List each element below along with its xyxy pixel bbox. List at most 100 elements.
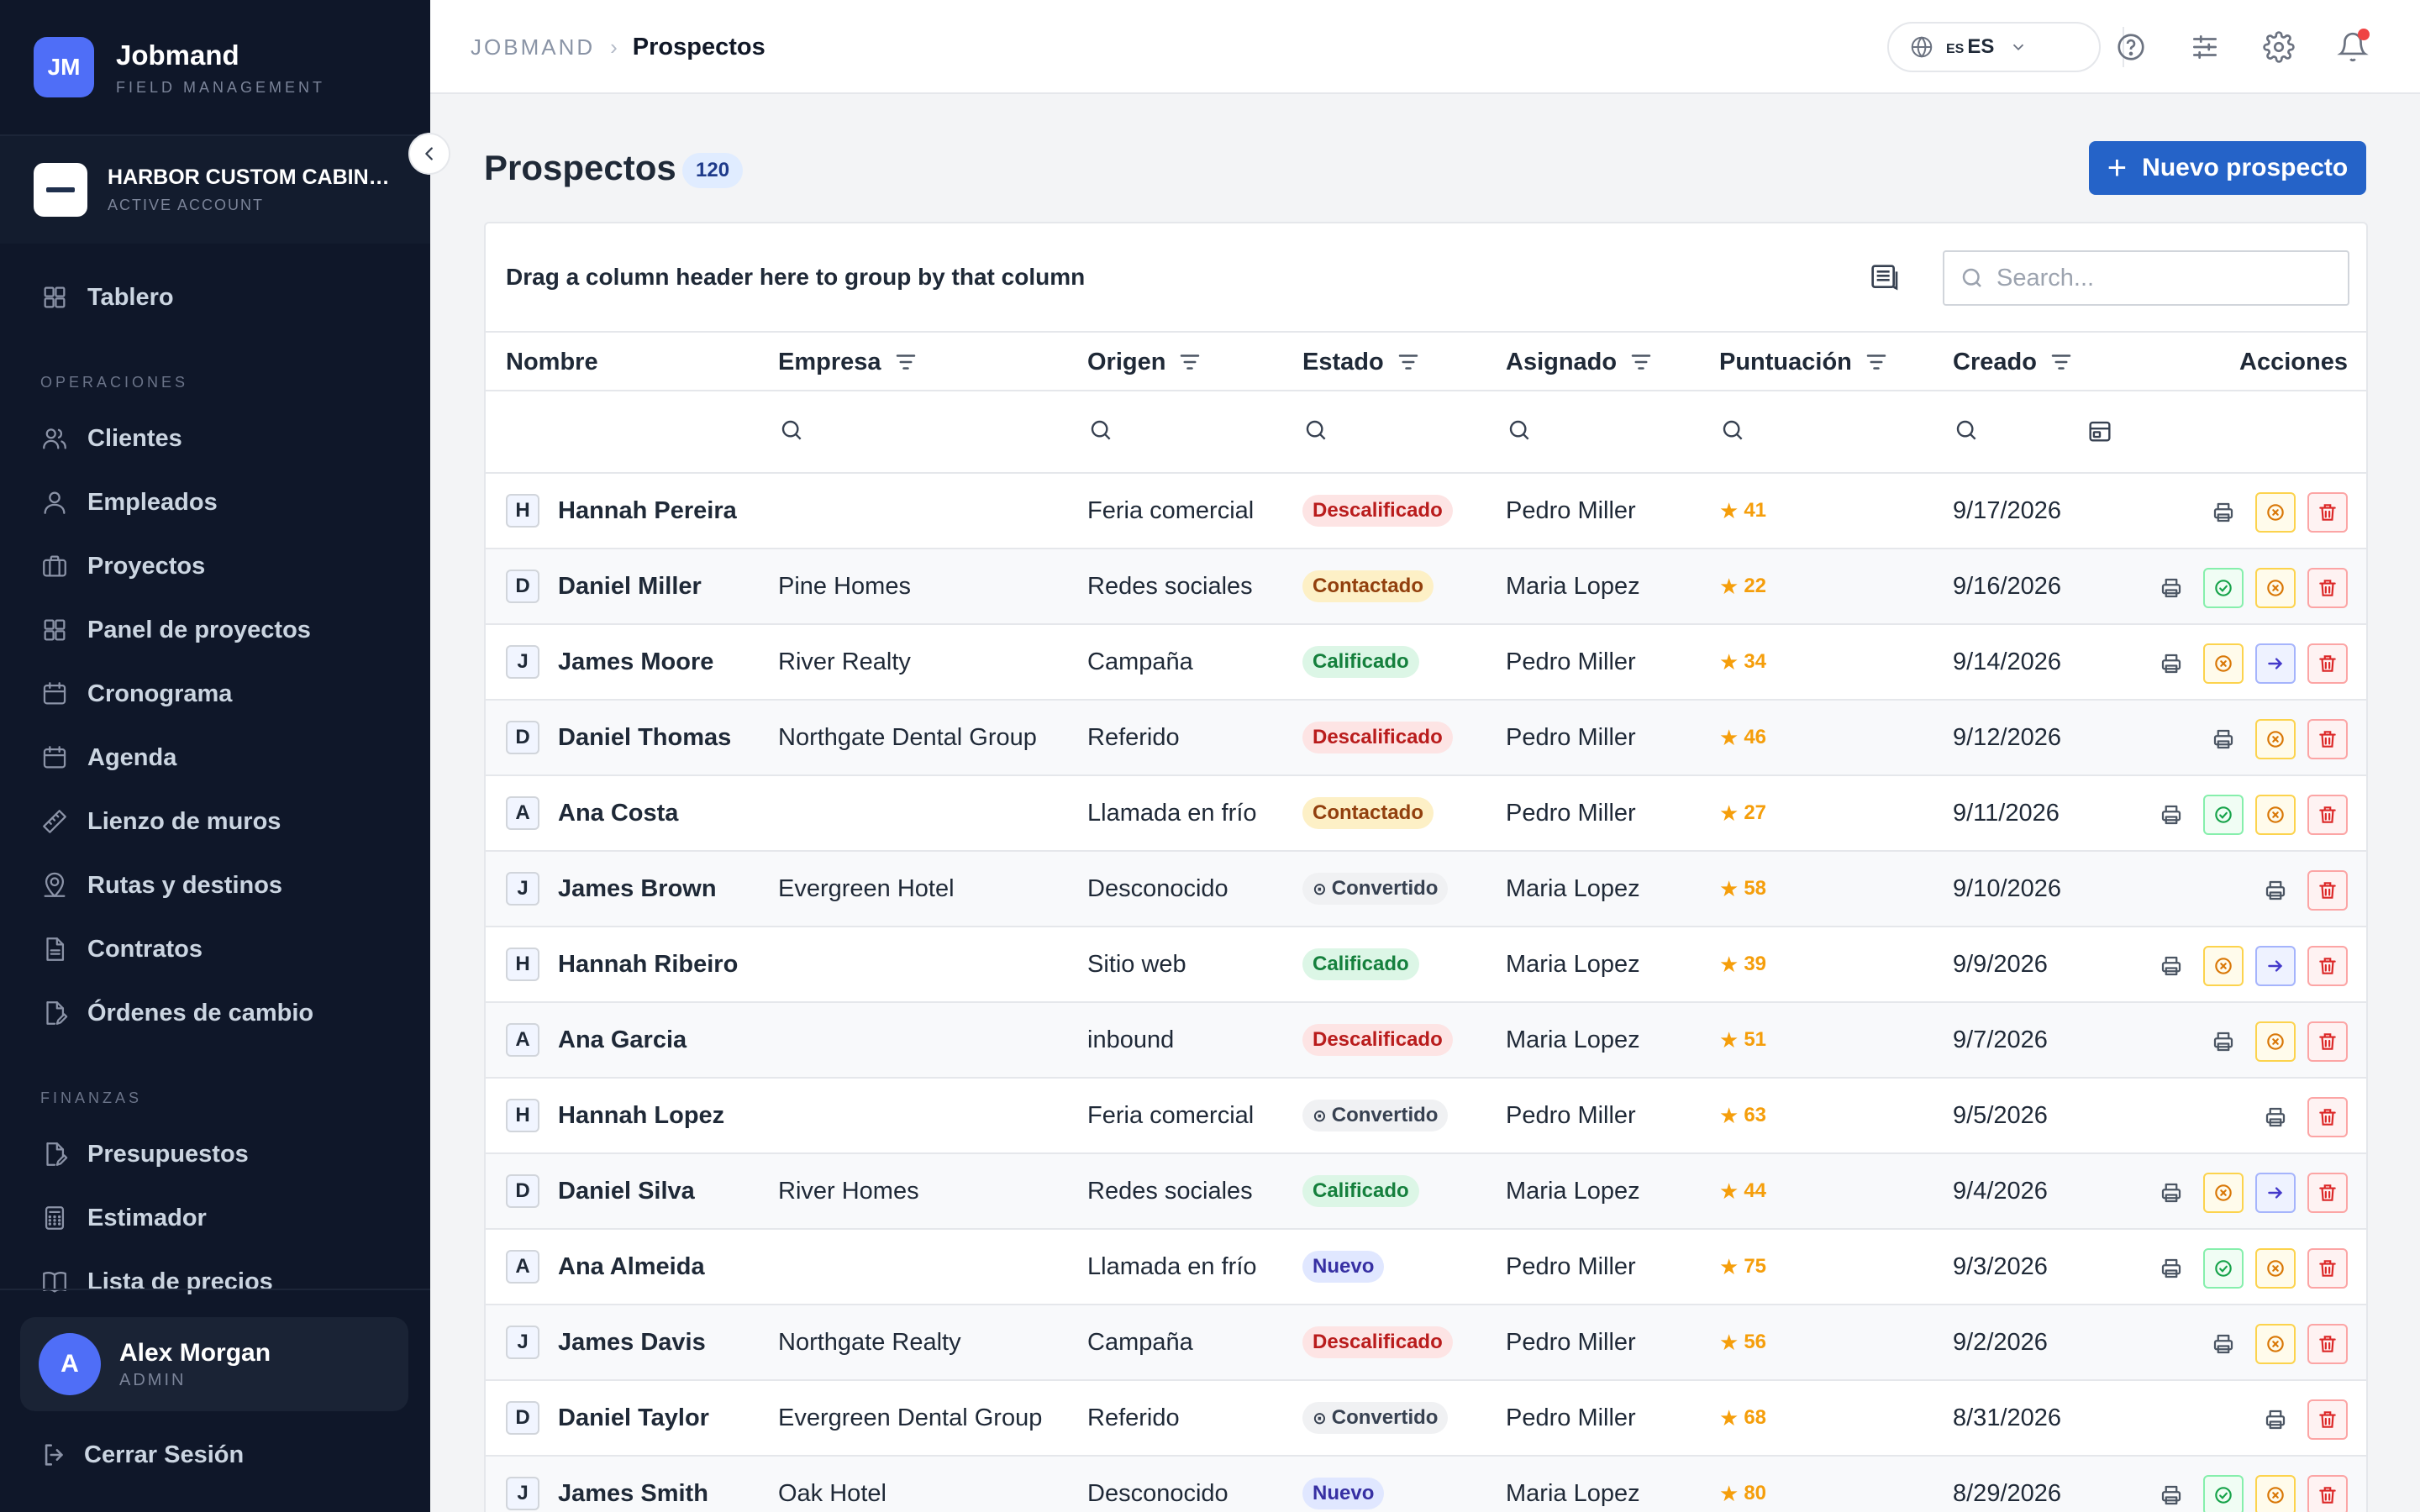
filter-icon[interactable] [893, 349, 918, 375]
column-search-icon[interactable] [1506, 417, 1536, 447]
approve-button[interactable] [2203, 1248, 2244, 1289]
breadcrumb-root[interactable]: JOBMAND [471, 34, 595, 60]
convert-button[interactable] [2255, 643, 2296, 684]
search-input[interactable] [1996, 264, 2316, 292]
column-search-icon[interactable] [1953, 417, 1983, 447]
delete-button[interactable] [2307, 1475, 2348, 1512]
group-panel[interactable]: Drag a column header here to group by th… [486, 223, 2366, 333]
print-button[interactable] [2151, 946, 2191, 986]
column-search-icon[interactable] [1087, 417, 1118, 447]
filter-icon[interactable] [1396, 349, 1421, 375]
table-row[interactable]: D Daniel Silva River Homes Redes sociale… [486, 1154, 2366, 1230]
sidebar-item-empleados[interactable]: Empleados [0, 470, 430, 534]
disqualify-button[interactable] [2203, 643, 2244, 684]
column-header-estado[interactable]: Estado [1302, 333, 1421, 391]
prospect-name[interactable]: James Davis [558, 1329, 706, 1357]
column-header-nombre[interactable]: Nombre [506, 333, 598, 391]
column-chooser-button[interactable] [1867, 260, 1901, 294]
disqualify-button[interactable] [2203, 946, 2244, 986]
date-picker-icon[interactable] [2086, 417, 2116, 447]
delete-button[interactable] [2307, 1248, 2348, 1289]
prospect-name[interactable]: James Smith [558, 1480, 708, 1508]
sidebar-item-panel-de-proyectos[interactable]: Panel de proyectos [0, 598, 430, 662]
sidebar-item-presupuestos[interactable]: Presupuestos [0, 1122, 430, 1186]
prospect-name[interactable]: Hannah Lopez [558, 1102, 724, 1130]
table-row[interactable]: J James Brown Evergreen Hotel Desconocid… [486, 852, 2366, 927]
prospect-name[interactable]: James Brown [558, 875, 717, 903]
sidebar-item-agenda[interactable]: Agenda [0, 726, 430, 790]
delete-button[interactable] [2307, 1399, 2348, 1440]
print-button[interactable] [2151, 1475, 2191, 1512]
sidebar-item-cronograma[interactable]: Cronograma [0, 662, 430, 726]
disqualify-button[interactable] [2255, 719, 2296, 759]
print-button[interactable] [2151, 1173, 2191, 1213]
table-row[interactable]: J James Smith Oak Hotel Desconocido Nuev… [486, 1457, 2366, 1512]
sidebar-item-rutas-y-destinos[interactable]: Rutas y destinos [0, 853, 430, 917]
table-row[interactable]: H Hannah Pereira Feria comercial Descali… [486, 474, 2366, 549]
collapse-sidebar-button[interactable] [408, 133, 450, 175]
table-row[interactable]: A Ana Costa Llamada en frío Contactado P… [486, 776, 2366, 852]
convert-button[interactable] [2255, 1173, 2296, 1213]
delete-button[interactable] [2307, 1173, 2348, 1213]
prospect-name[interactable]: Daniel Miller [558, 573, 702, 601]
approve-button[interactable] [2203, 795, 2244, 835]
sidebar-item-estimador[interactable]: Estimador [0, 1186, 430, 1250]
sidebar-item-lienzo-de-muros[interactable]: Lienzo de muros [0, 790, 430, 853]
table-row[interactable]: J James Moore River Realty Campaña Calif… [486, 625, 2366, 701]
delete-button[interactable] [2307, 492, 2348, 533]
disqualify-button[interactable] [2255, 1021, 2296, 1062]
table-row[interactable]: H Hannah Ribeiro Sitio web Calificado Ma… [486, 927, 2366, 1003]
delete-button[interactable] [2307, 1097, 2348, 1137]
sidebar-item-contratos[interactable]: Contratos [0, 917, 430, 981]
prospect-name[interactable]: Ana Garcia [558, 1026, 687, 1054]
sidebar-item-ordenes-de-cambio[interactable]: Órdenes de cambio [0, 981, 430, 1045]
prospect-name[interactable]: Hannah Pereira [558, 497, 737, 525]
delete-button[interactable] [2307, 870, 2348, 911]
disqualify-button[interactable] [2255, 568, 2296, 608]
print-button[interactable] [2151, 568, 2191, 608]
delete-button[interactable] [2307, 795, 2348, 835]
user-card[interactable]: A Alex Morgan ADMIN [20, 1317, 408, 1411]
column-header-creado[interactable]: Creado [1953, 333, 2074, 391]
preferences-button[interactable] [2185, 27, 2225, 67]
column-search-icon[interactable] [1302, 417, 1333, 447]
notifications-button[interactable] [2333, 27, 2373, 67]
prospect-name[interactable]: Hannah Ribeiro [558, 951, 738, 979]
prospect-name[interactable]: Daniel Taylor [558, 1404, 709, 1432]
table-row[interactable]: D Daniel Miller Pine Homes Redes sociale… [486, 549, 2366, 625]
filter-icon[interactable] [2049, 349, 2074, 375]
disqualify-button[interactable] [2255, 492, 2296, 533]
prospect-name[interactable]: Ana Almeida [558, 1253, 705, 1281]
filter-icon[interactable] [1864, 349, 1889, 375]
sidebar-item-tablero[interactable]: Tablero [0, 265, 430, 329]
column-search-icon[interactable] [1719, 417, 1749, 447]
print-button[interactable] [2203, 1324, 2244, 1364]
table-row[interactable]: J James Davis Northgate Realty Campaña D… [486, 1305, 2366, 1381]
language-selector[interactable]: ES ES [1887, 22, 2101, 72]
table-row[interactable]: D Daniel Thomas Northgate Dental Group R… [486, 701, 2366, 776]
disqualify-button[interactable] [2203, 1173, 2244, 1213]
table-row[interactable]: A Ana Garcia inbound Descalificado Maria… [486, 1003, 2366, 1079]
delete-button[interactable] [2307, 643, 2348, 684]
column-header-origen[interactable]: Origen [1087, 333, 1202, 391]
logout-button[interactable]: Cerrar Sesión [40, 1433, 244, 1477]
delete-button[interactable] [2307, 1021, 2348, 1062]
table-row[interactable]: A Ana Almeida Llamada en frío Nuevo Pedr… [486, 1230, 2366, 1305]
prospect-name[interactable]: Ana Costa [558, 800, 678, 827]
print-button[interactable] [2151, 643, 2191, 684]
print-button[interactable] [2255, 1399, 2296, 1440]
filter-icon[interactable] [1628, 349, 1654, 375]
print-button[interactable] [2203, 719, 2244, 759]
print-button[interactable] [2255, 870, 2296, 911]
column-header-asignado[interactable]: Asignado [1506, 333, 1654, 391]
prospect-name[interactable]: James Moore [558, 648, 713, 676]
account-switcher[interactable]: HARBOR CUSTOM CABINETRY ACTIVE ACCOUNT [0, 136, 430, 244]
sidebar-item-lista-de-precios[interactable]: Lista de precios [0, 1250, 430, 1314]
print-button[interactable] [2203, 492, 2244, 533]
help-button[interactable] [2111, 27, 2151, 67]
new-prospect-button[interactable]: + Nuevo prospecto [2089, 141, 2366, 195]
search-box[interactable] [1943, 250, 2349, 306]
column-header-puntuacion[interactable]: Puntuación [1719, 333, 1889, 391]
delete-button[interactable] [2307, 568, 2348, 608]
filter-icon[interactable] [1177, 349, 1202, 375]
